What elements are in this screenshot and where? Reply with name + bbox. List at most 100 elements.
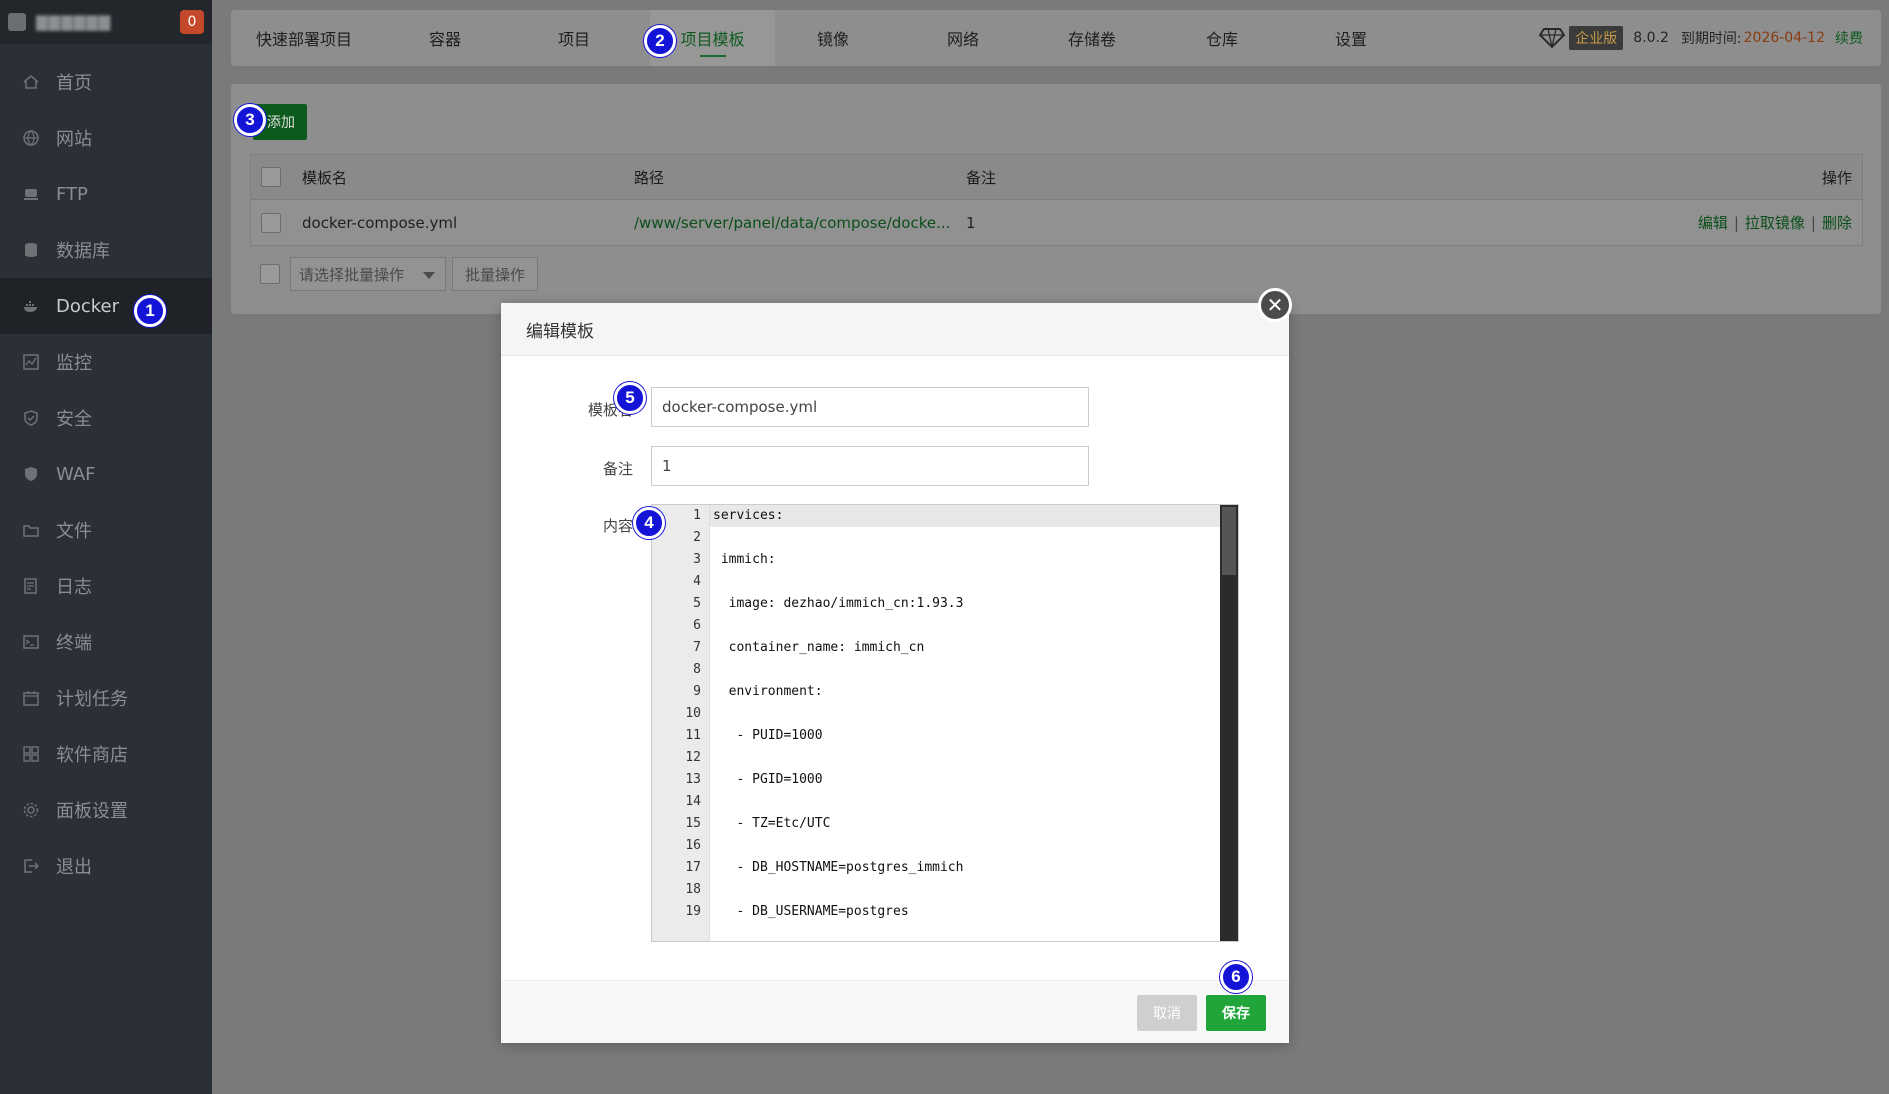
terminal-icon (22, 633, 40, 651)
tab-volumes[interactable]: 存储卷 (1068, 10, 1116, 66)
step-marker-4: 4 (633, 507, 665, 539)
tab-containers[interactable]: 容器 (429, 10, 461, 66)
cancel-button[interactable]: 取消 (1137, 995, 1197, 1031)
shield-icon (22, 409, 40, 427)
sidebar-item-label: 日志 (56, 577, 92, 598)
code-line: environment: (713, 684, 823, 699)
sidebar-item-files[interactable]: 文件 (0, 502, 212, 558)
line-number-gutter: 1 2 3 4 5 6 7 8 9 10 11 12 13 14 15 16 1… (652, 505, 710, 941)
sidebar-item-ftp[interactable]: FTP (0, 166, 212, 222)
bulk-select-checkbox[interactable] (260, 264, 280, 284)
line-number: 10 (685, 706, 701, 721)
template-name-input[interactable]: docker-compose.yml (651, 387, 1089, 427)
line-number: 17 (685, 860, 701, 875)
sidebar-item-cron[interactable]: 计划任务 (0, 670, 212, 726)
tab-settings[interactable]: 设置 (1335, 10, 1367, 66)
bulk-select-placeholder: 请选择批量操作 (299, 265, 405, 284)
content-code-editor[interactable]: 1 2 3 4 5 6 7 8 9 10 11 12 13 14 15 16 1… (651, 504, 1239, 942)
table-header: 模板名 路径 备注 操作 (251, 155, 1862, 200)
table-row: docker-compose.yml /www/server/panel/dat… (251, 200, 1862, 245)
docker-icon (22, 297, 40, 315)
delete-link[interactable]: 删除 (1822, 214, 1852, 232)
line-number: 11 (685, 728, 701, 743)
pull-image-link[interactable]: 拉取镜像 (1745, 214, 1805, 232)
step-marker-2: 2 (644, 25, 676, 57)
editor-scrollbar[interactable] (1220, 505, 1238, 941)
select-all-checkbox[interactable] (261, 167, 281, 187)
sidebar-item-terminal[interactable]: 终端 (0, 614, 212, 670)
sidebar-item-label: 终端 (56, 633, 92, 654)
line-number: 9 (693, 684, 701, 699)
code-line: container_name: immich_cn (713, 640, 925, 655)
tab-registry[interactable]: 仓库 (1206, 10, 1238, 66)
code-line: - DB_USERNAME=postgres (713, 904, 909, 919)
close-icon[interactable]: ✕ (1258, 288, 1292, 322)
tab-projects[interactable]: 项目 (558, 10, 590, 66)
row-checkbox[interactable] (261, 212, 281, 233)
column-header-note: 备注 (966, 168, 997, 187)
step-marker-6: 6 (1220, 961, 1252, 993)
sidebar-item-docker[interactable]: Docker (0, 278, 212, 334)
sidebar-item-label: 数据库 (56, 241, 110, 262)
line-number: 15 (685, 816, 701, 831)
line-number: 3 (693, 552, 701, 567)
sidebar-item-logs[interactable]: 日志 (0, 558, 212, 614)
template-path-link[interactable]: /www/server/panel/data/compose/docke... (634, 214, 966, 232)
sidebar-item-home[interactable]: 首页 (0, 54, 212, 110)
notification-badge[interactable]: 0 (180, 10, 204, 34)
line-number: 5 (693, 596, 701, 611)
line-number: 19 (685, 904, 701, 919)
template-table: 模板名 路径 备注 操作 docker-compose.yml /www/ser… (250, 154, 1863, 246)
save-button[interactable]: 保存 (1206, 995, 1266, 1031)
sidebar-item-database[interactable]: 数据库 (0, 222, 212, 278)
sidebar-item-store[interactable]: 软件商店 (0, 726, 212, 782)
top-tab-bar: 快速部署项目 容器 项目 项目模板 镜像 网络 存储卷 仓库 设置 企业版 8.… (231, 10, 1881, 66)
code-line: - PUID=1000 (713, 728, 823, 743)
sidebar-item-label: 网站 (56, 129, 92, 150)
apps-grid-icon (22, 745, 40, 763)
tab-images[interactable]: 镜像 (817, 10, 849, 66)
note-input[interactable]: 1 (651, 446, 1089, 486)
code-line: - TZ=Etc/UTC (713, 816, 831, 831)
tab-quick-deploy[interactable]: 快速部署项目 (256, 10, 352, 66)
line-number: 12 (685, 750, 701, 765)
edit-link[interactable]: 编辑 (1698, 214, 1728, 232)
tab-network[interactable]: 网络 (947, 10, 979, 66)
line-number: 16 (685, 838, 701, 853)
template-note: 1 (966, 213, 976, 232)
home-icon (22, 73, 40, 91)
diamond-icon (1539, 28, 1566, 49)
globe-icon (22, 129, 40, 147)
sidebar-item-settings[interactable]: 面板设置 (0, 782, 212, 838)
sidebar-item-waf[interactable]: WAF (0, 446, 212, 502)
dialog-footer: 取消 保存 (501, 980, 1289, 1043)
sidebar-item-security[interactable]: 安全 (0, 390, 212, 446)
gear-icon (22, 801, 40, 819)
bulk-action-select[interactable]: 请选择批量操作 (290, 257, 446, 291)
line-number: 7 (693, 640, 701, 655)
line-number: 18 (685, 882, 701, 897)
template-panel: 添加 模板名 路径 备注 操作 docker-compose.yml /www/… (231, 84, 1881, 314)
line-number: 13 (685, 772, 701, 787)
sidebar-item-label: 软件商店 (56, 745, 128, 766)
sidebar-item-website[interactable]: 网站 (0, 110, 212, 166)
content-label: 内容 (602, 517, 633, 535)
dialog-title: 编辑模板 (501, 303, 1289, 356)
bulk-action-button[interactable]: 批量操作 (452, 257, 539, 291)
sidebar: ▇▇▇▇▇▇ 0 首页 网站 FTP 数据库 Docker 监控 安全 WAF … (0, 0, 212, 1094)
sidebar-item-monitor[interactable]: 监控 (0, 334, 212, 390)
renew-link[interactable]: 续费 (1835, 28, 1863, 48)
template-name: docker-compose.yml (302, 213, 458, 232)
sidebar-item-label: 面板设置 (56, 801, 128, 822)
logout-icon (22, 857, 40, 875)
scrollbar-thumb[interactable] (1222, 507, 1236, 575)
sidebar-item-label: 监控 (56, 353, 92, 374)
log-icon (22, 577, 40, 595)
sidebar-item-logout[interactable]: 退出 (0, 838, 212, 894)
version-number: 8.0.2 (1633, 30, 1669, 46)
code-line: services: (710, 505, 1220, 527)
sidebar-item-label: 首页 (56, 73, 92, 94)
